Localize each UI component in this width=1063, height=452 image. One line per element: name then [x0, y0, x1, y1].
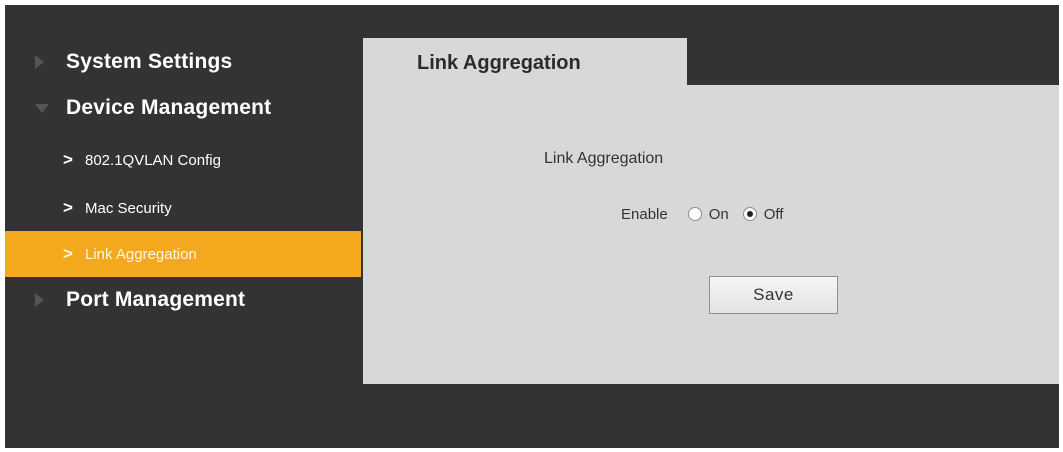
- enable-on-radio[interactable]: [687, 207, 702, 221]
- sidebar-item-link-aggregation[interactable]: > Link Aggregation: [5, 231, 361, 277]
- sidebar-group-system-settings[interactable]: System Settings: [5, 42, 361, 82]
- content-panel: Link Aggregation Enable On Off Save: [363, 85, 1059, 384]
- enable-off-radio[interactable]: [742, 207, 757, 221]
- triangle-right-icon: [35, 55, 44, 69]
- triangle-right-icon: [35, 293, 44, 307]
- sidebar-item-label: Mac Security: [85, 199, 172, 217]
- sidebar-group-label: System Settings: [66, 50, 233, 73]
- section-title: Link Aggregation: [544, 150, 664, 167]
- chevron-right-icon: >: [63, 198, 73, 217]
- enable-off-label[interactable]: Off: [764, 206, 784, 223]
- sidebar-item-mac-security[interactable]: > Mac Security: [5, 185, 361, 231]
- tab-link-aggregation[interactable]: Link Aggregation: [363, 38, 687, 90]
- sidebar-group-label: Port Management: [66, 288, 246, 311]
- sidebar: System Settings Device Management > 802.…: [5, 5, 361, 448]
- sidebar-item-8021qvlan-config[interactable]: > 802.1QVLAN Config: [5, 137, 361, 183]
- chevron-right-icon: >: [63, 150, 73, 169]
- triangle-down-icon: [35, 104, 49, 113]
- sidebar-group-label: Device Management: [66, 96, 272, 119]
- sidebar-item-label: Link Aggregation: [85, 245, 197, 263]
- app-window: System Settings Device Management > 802.…: [5, 5, 1059, 448]
- chevron-right-icon: >: [63, 244, 73, 263]
- enable-label: Enable: [621, 205, 668, 223]
- enable-row: Enable On Off: [621, 204, 797, 224]
- tab-label: Link Aggregation: [417, 52, 581, 74]
- sidebar-item-label: 802.1QVLAN Config: [85, 151, 221, 169]
- sidebar-group-device-management[interactable]: Device Management: [5, 88, 361, 128]
- sidebar-group-port-management[interactable]: Port Management: [5, 280, 361, 320]
- enable-on-label[interactable]: On: [709, 206, 729, 223]
- save-button[interactable]: Save: [709, 276, 838, 314]
